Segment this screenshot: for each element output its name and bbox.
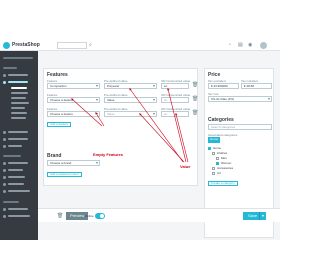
online-toggle[interactable] [95,213,105,219]
checkbox[interactable] [212,172,215,175]
annotation-value: Value [180,164,191,169]
brand-select[interactable]: Choose a brand [47,160,100,166]
top-header: PrestaShop ⌕ ◔ ▤ ◉ [0,40,280,51]
tax-rule-select[interactable]: US-AL Rate (4%) [208,96,272,102]
feature-select[interactable]: Composition [47,83,100,89]
custom-value-input[interactable]: en [161,97,189,103]
cart-icon[interactable]: ▤ [238,42,243,48]
sidebar [0,51,38,240]
advanced-icon [3,215,6,218]
delete-icon[interactable]: 🗑 [192,83,198,88]
annotation-empty-features: Empty Features [93,152,124,157]
add-feature-button[interactable]: Add a feature [47,122,72,127]
price-tax-excluded-input[interactable]: € 23.900000 [208,83,239,89]
prestashop-logo-icon [3,42,10,49]
categories-title: Categories [208,117,234,123]
features-card: Features Feature Pre-defined value OR Cu… [43,68,198,186]
features-title: Features [47,72,68,78]
bottom-toolbar: 🗑 Preview Online Save ▾ [38,208,280,222]
prestashop-admin: PrestaShop ⌕ ◔ ▤ ◉ Features Feature Pre-… [0,40,280,240]
search-icon[interactable]: ⌕ [89,42,92,48]
sidebar-item-payment[interactable] [8,183,24,185]
sidebar-item-customer-service[interactable] [8,138,28,140]
predefined-value-select[interactable]: Polyester [104,83,157,89]
service-icon [3,138,6,141]
checkbox[interactable] [212,152,215,155]
logo-text: PrestaShop [12,42,40,48]
tree-item-label: Clothes [217,151,228,155]
modules-icon [3,162,6,165]
category-tag[interactable]: Home [208,137,221,143]
sidebar-item-orders[interactable] [8,74,28,76]
custom-value-input[interactable]: en [161,83,189,89]
create-category-button[interactable]: Create a category [208,181,238,186]
checkbox[interactable] [212,167,215,170]
sidebar-item-products[interactable] [11,87,27,89]
delete-icon[interactable]: 🗑 [192,111,198,116]
sidebar-item-files[interactable] [11,112,27,114]
delete-product-icon[interactable]: 🗑 [57,213,63,219]
user-icon[interactable]: ◉ [248,42,252,48]
checkbox[interactable] [216,157,219,160]
customers-icon [3,131,6,134]
save-options-chevron-icon[interactable]: ▾ [259,212,266,220]
price-title: Price [208,72,221,78]
checkbox[interactable] [208,147,211,150]
online-label: Online [85,214,94,218]
sidebar-item-advanced-parameters[interactable] [8,215,30,217]
design-icon [3,169,6,172]
sidebar-item-categories[interactable] [11,92,28,94]
shipping-icon [3,176,6,179]
sidebar-section-configure [3,201,19,203]
feature-select[interactable]: Choose a feature [47,97,100,103]
predefined-value-select[interactable]: Value [104,97,157,103]
predefined-value-select[interactable]: Value [104,111,157,117]
payment-icon [3,183,6,186]
bell-icon[interactable]: ◔ [228,42,231,48]
sidebar-item-international[interactable] [8,190,30,192]
sidebar-item-customers[interactable] [8,131,28,133]
params-icon [3,208,6,211]
tree-item-label: Art [217,171,221,175]
sidebar-item-discounts[interactable] [11,117,26,119]
sidebar-item-stats[interactable] [8,145,22,147]
header-search-input[interactable] [57,42,87,49]
brand-title: Brand [47,153,62,159]
tree-item-label: Accessories [217,166,234,170]
tree-item-label: Home [213,146,222,150]
checkbox[interactable] [216,162,219,165]
sidebar-item-shop-parameters[interactable] [8,208,28,210]
tree-item-label: Women [221,161,232,165]
avatar[interactable] [260,42,267,49]
custom-value-input[interactable]: en [161,111,189,117]
orders-icon [3,74,6,77]
delete-icon[interactable]: 🗑 [192,97,198,102]
sidebar-item-catalog[interactable] [8,81,28,83]
sidebar-item-brands[interactable] [11,107,25,109]
sidebar-item-monitoring[interactable] [11,97,26,99]
feature-select[interactable]: Choose a feature [47,111,100,117]
sidebar-item-modules[interactable] [8,162,28,164]
sidebar-section-sell [3,67,17,69]
sidebar-section-improve [3,155,21,157]
international-icon [3,190,6,193]
sidebar-item-shipping[interactable] [8,176,25,178]
sidebar-item-dashboard[interactable] [3,57,33,59]
tree-item-label: Men [221,156,227,160]
price-tax-included-input[interactable]: € 28.68 [241,83,272,89]
add-related-product-button[interactable]: Add a related product [47,172,82,177]
sidebar-item-design[interactable] [8,169,23,171]
screenshot-frame: PrestaShop ⌕ ◔ ▤ ◉ Features Feature Pre-… [0,0,280,280]
category-search-input[interactable]: Search categories [208,124,272,130]
stats-icon [3,145,6,148]
sidebar-item-attributes[interactable] [11,102,29,104]
catalog-icon [3,81,6,84]
